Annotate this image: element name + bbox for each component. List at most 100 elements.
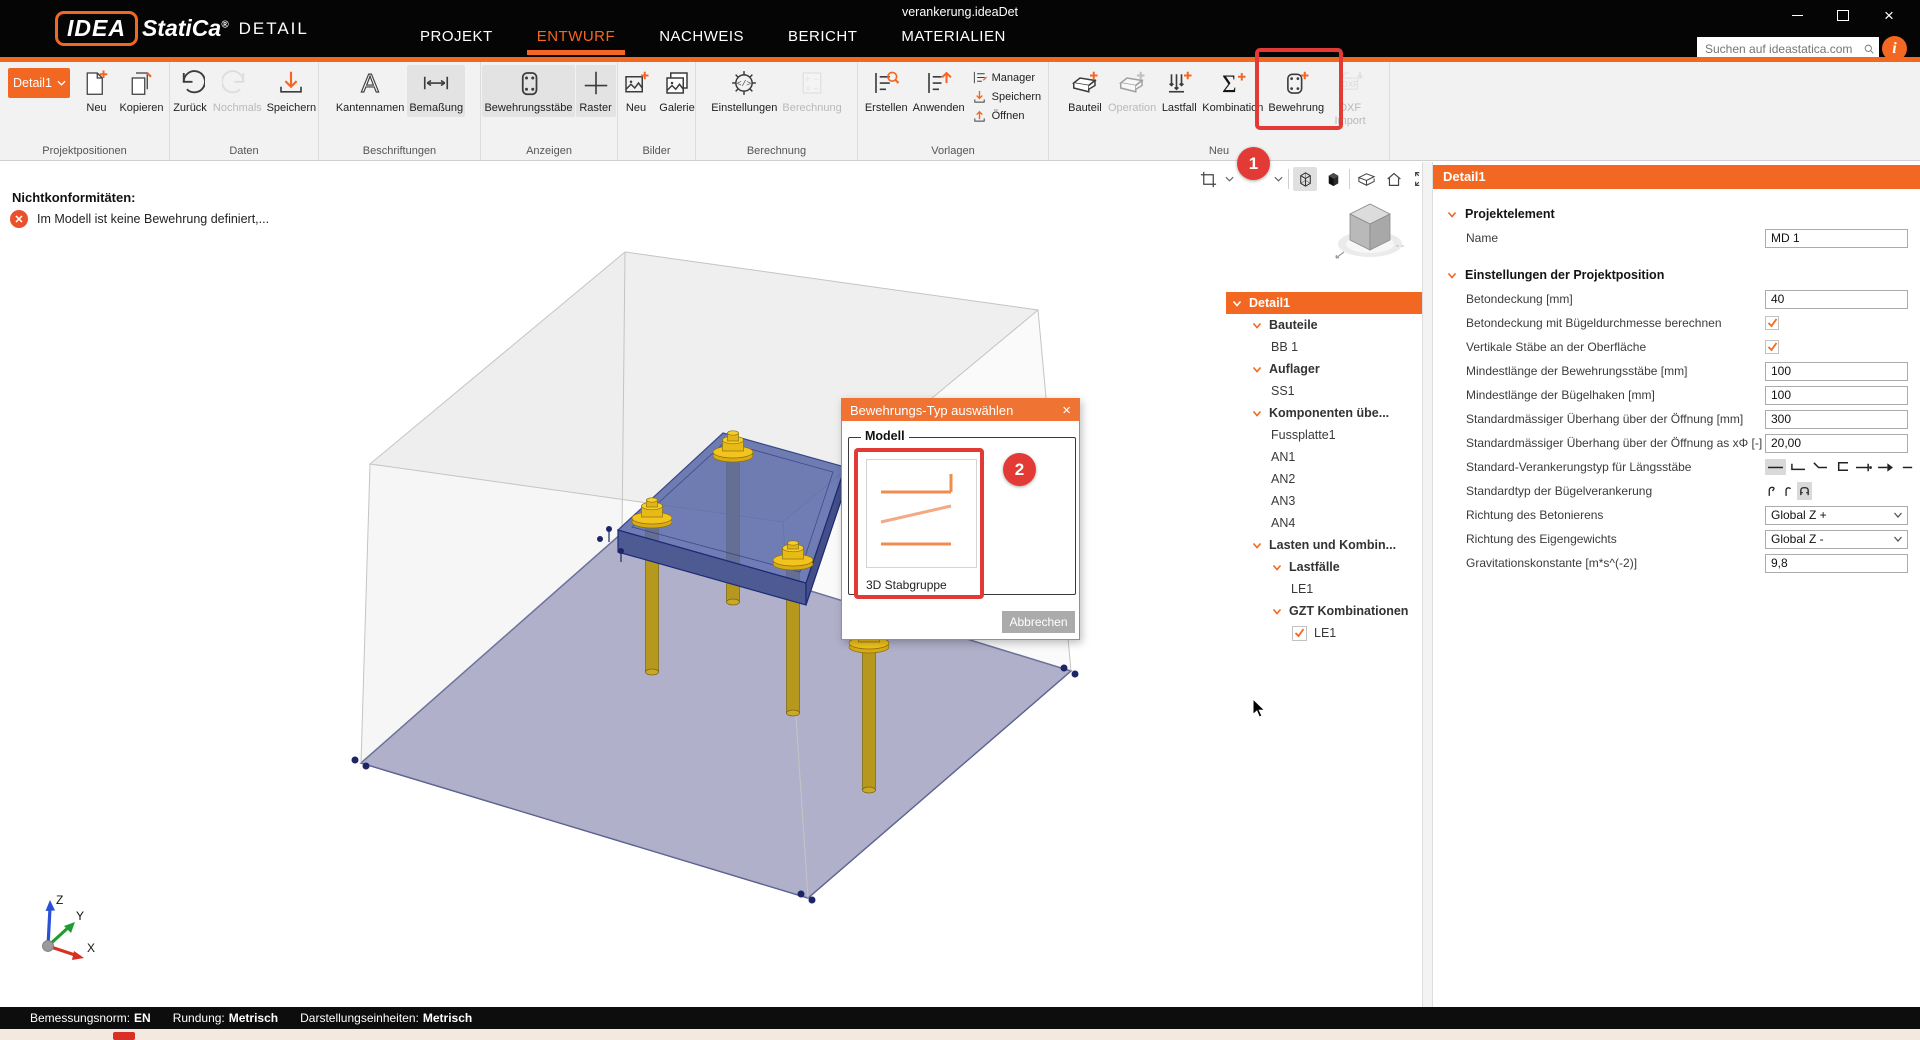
tree-checkbox[interactable] xyxy=(1292,626,1307,641)
chevron-down-icon[interactable] xyxy=(1224,175,1235,183)
field-standardmässiger-überhang-über-der-öffnung-as-x[interactable]: 20,00 xyxy=(1765,434,1908,453)
dialog-close-button[interactable]: × xyxy=(1062,403,1071,418)
tree-item-le1[interactable]: LE1 xyxy=(1226,622,1422,644)
ribbon-button-bauteil[interactable]: Bauteil xyxy=(1065,65,1105,117)
cancel-button[interactable]: Abbrechen xyxy=(1002,611,1075,633)
nonconformity-item[interactable]: ✕ Im Modell ist keine Bewehrung definier… xyxy=(10,210,269,228)
tree-item-gzt-kombinationen[interactable]: GZT Kombinationen xyxy=(1226,600,1422,622)
icon-option-2[interactable] xyxy=(1809,459,1830,475)
prop-label: Richtung des Betonierens xyxy=(1433,508,1603,522)
ribbon-button-berechnung[interactable]: + −× ÷Berechnung xyxy=(780,65,843,117)
icon-option-1[interactable] xyxy=(1787,459,1808,475)
field-mindestlänge-der-bügelhaken-mm[interactable]: 100 xyxy=(1765,386,1908,405)
3d-bar-group-tile[interactable]: 3D Stabgruppe xyxy=(854,448,984,599)
tree-item-lasten-und-kombin[interactable]: Lasten und Kombin... xyxy=(1226,534,1422,556)
ribbon-button-lastfall[interactable]: Lastfall xyxy=(1159,65,1199,117)
chevron-down-icon xyxy=(57,80,66,87)
wireframe-view-button[interactable] xyxy=(1293,167,1317,191)
checkbox-betondeckung-mit-bügeldurchmesse-berechnen[interactable] xyxy=(1765,316,1779,330)
tree-item-an3[interactable]: AN3 xyxy=(1226,490,1422,512)
tree-item-an4[interactable]: AN4 xyxy=(1226,512,1422,534)
home-view-button[interactable] xyxy=(1382,167,1406,191)
ribbon-button-anwenden[interactable]: Anwenden xyxy=(911,65,967,117)
ribbon-button-neu[interactable]: Neu xyxy=(616,65,656,117)
ribbon-button-operation[interactable]: Operation xyxy=(1106,65,1158,117)
prop-row-standardmässiger-überhang-über-der-öffnung-mm: Standardmässiger Überhang über der Öffnu… xyxy=(1433,407,1920,431)
prop-section-header[interactable]: Projektelement xyxy=(1433,202,1920,226)
prop-label: Name xyxy=(1433,231,1498,245)
ribbon-button-neu[interactable]: Neu xyxy=(76,65,116,117)
icon-option-0[interactable] xyxy=(1765,459,1786,475)
ribbon-button-label: Anwenden xyxy=(913,102,965,114)
chevron-down-icon[interactable] xyxy=(1273,175,1284,183)
ribbon-button-bewehrungsstäbe[interactable]: Bewehrungsstäbe xyxy=(482,65,574,117)
maximize-button[interactable] xyxy=(1832,4,1854,26)
field-standardmässiger-überhang-über-der-öffnung-mm[interactable]: 300 xyxy=(1765,410,1908,429)
tree-item-an2[interactable]: AN2 xyxy=(1226,468,1422,490)
icon-option-6[interactable] xyxy=(1897,459,1918,475)
search-input[interactable] xyxy=(1697,42,1864,56)
ribbon-button-öffnen[interactable]: Öffnen xyxy=(972,108,1042,123)
tree-item-le1[interactable]: LE1 xyxy=(1226,578,1422,600)
tree-item-detail1[interactable]: Detail1 xyxy=(1226,292,1422,314)
chevron-down-icon xyxy=(1272,563,1282,572)
ribbon-button-galerie[interactable]: Galerie xyxy=(657,65,697,117)
minimize-button[interactable] xyxy=(1786,4,1808,26)
tree-item-bauteile[interactable]: Bauteile xyxy=(1226,314,1422,336)
status-value: EN xyxy=(134,1011,151,1025)
select-richtung-des-betonierens[interactable]: Global Z + xyxy=(1765,506,1908,525)
tab-materialien[interactable]: MATERIALIEN xyxy=(901,28,1005,45)
close-button[interactable]: × xyxy=(1878,4,1900,26)
project-position-select[interactable]: Detail1 xyxy=(8,68,70,98)
solid-view-button[interactable] xyxy=(1321,167,1345,191)
field-mindestlänge-der-bewehrungsstäbe-mm[interactable]: 100 xyxy=(1765,362,1908,381)
field-gravitationskonstante-m-s-2[interactable]: 9,8 xyxy=(1765,554,1908,573)
tree-item-lastfälle[interactable]: Lastfälle xyxy=(1226,556,1422,578)
tab-bericht[interactable]: BERICHT xyxy=(788,28,857,45)
dialog-header[interactable]: Bewehrungs-Typ auswählen × xyxy=(842,399,1079,421)
ribbon-stack: Manager Speichern Öffnen xyxy=(968,65,1044,123)
tab-projekt[interactable]: PROJEKT xyxy=(420,28,493,45)
mouse-cursor xyxy=(1252,698,1268,720)
tree-item-auflager[interactable]: Auflager xyxy=(1226,358,1422,380)
ribbon-button-erstellen[interactable]: Erstellen xyxy=(863,65,910,117)
tree-item-fussplatte1[interactable]: Fussplatte1 xyxy=(1226,424,1422,446)
fit-view-button[interactable] xyxy=(1410,167,1422,191)
tab-nachweis[interactable]: NACHWEIS xyxy=(659,28,744,45)
select-richtung-des-eigengewichts[interactable]: Global Z - xyxy=(1765,530,1908,549)
ribbon-button-zurück[interactable]: Zurück xyxy=(170,65,210,117)
crop-view-button[interactable] xyxy=(1196,167,1220,191)
field-name[interactable]: MD 1 xyxy=(1765,229,1908,248)
icon-option-5[interactable] xyxy=(1875,459,1896,475)
ribbon-button-speichern[interactable]: Speichern xyxy=(265,65,318,117)
field-betondeckung-mm[interactable]: 40 xyxy=(1765,290,1908,309)
ribbon-button-kopieren[interactable]: Kopieren xyxy=(117,65,165,117)
tree-item-komponenten-übe[interactable]: Komponenten übe... xyxy=(1226,402,1422,424)
section-view-button[interactable] xyxy=(1354,167,1378,191)
icon-option-1[interactable] xyxy=(1781,482,1796,500)
section-cube-icon xyxy=(1356,169,1377,190)
ribbon-button-bemaßung[interactable]: Bemaßung xyxy=(407,65,465,117)
icon-option-4[interactable] xyxy=(1853,459,1874,475)
tree-item-an1[interactable]: AN1 xyxy=(1226,446,1422,468)
dimension-icon xyxy=(421,68,451,98)
ribbon-group-buttons: </>Einstellungen+ −× ÷Berechnung xyxy=(696,62,857,117)
view-cube[interactable] xyxy=(1324,196,1414,266)
panel-splitter[interactable] xyxy=(1422,162,1433,1007)
ribbon-button-einstellungen[interactable]: </>Einstellungen xyxy=(709,65,779,117)
tree-item-bb-1[interactable]: BB 1 xyxy=(1226,336,1422,358)
checkbox-vertikale-stäbe-an-der-oberfläche[interactable] xyxy=(1765,340,1779,354)
prop-section-header[interactable]: Einstellungen der Projektposition xyxy=(1433,263,1920,287)
ribbon-button-speichern[interactable]: Speichern xyxy=(972,89,1042,104)
icon-option-0[interactable] xyxy=(1765,482,1780,500)
ribbon-button-kantennamen[interactable]: AKantennamen xyxy=(334,65,407,117)
ribbon-button-nochmals[interactable]: Nochmals xyxy=(211,65,264,117)
ribbon-button-manager[interactable]: Manager xyxy=(972,70,1042,85)
tab-entwurf[interactable]: ENTWURF xyxy=(537,28,616,45)
icon-option-2[interactable] xyxy=(1797,482,1812,500)
tree-item-ss1[interactable]: SS1 xyxy=(1226,380,1422,402)
ribbon-button-raster[interactable]: Raster xyxy=(576,65,616,117)
tree-item-label: Auflager xyxy=(1269,362,1320,376)
icon-option-3[interactable] xyxy=(1831,459,1852,475)
3d-viewport[interactable]: Nichtkonformitäten: ✕ Im Modell ist kein… xyxy=(0,162,1422,1007)
